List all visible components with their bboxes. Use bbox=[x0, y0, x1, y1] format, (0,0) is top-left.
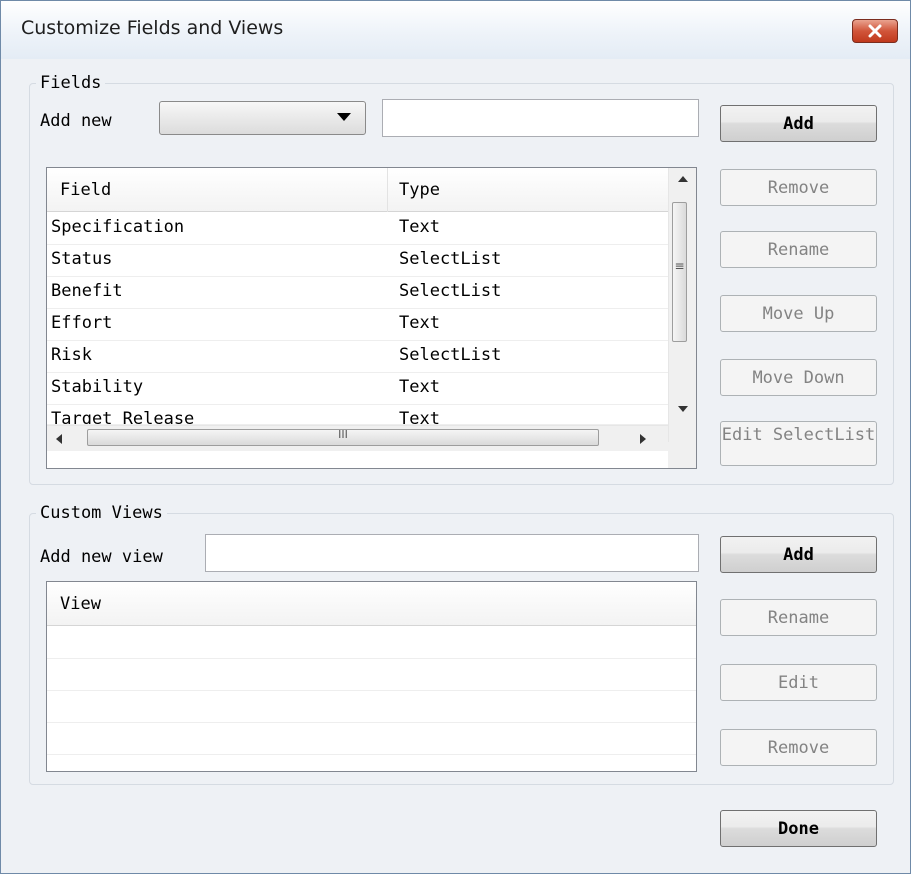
column-header-view[interactable]: View bbox=[60, 594, 101, 614]
move-up-button[interactable]: Move Up bbox=[720, 295, 877, 332]
move-down-button[interactable]: Move Down bbox=[720, 359, 877, 396]
fields-table[interactable]: Field Type Specification Text Status Sel… bbox=[46, 167, 697, 469]
horizontal-scroll-thumb[interactable]: III bbox=[87, 428, 599, 446]
dialog-body: Fields Add new Add Field Type Specificat… bbox=[8, 59, 903, 866]
close-icon bbox=[868, 24, 882, 38]
chevron-down-icon bbox=[337, 113, 351, 121]
add-field-button[interactable]: Add bbox=[720, 105, 877, 142]
fields-vertical-scrollbar[interactable]: ≡ bbox=[668, 168, 696, 442]
table-row[interactable]: Effort Text bbox=[47, 309, 668, 341]
cell-type: SelectList bbox=[399, 249, 502, 269]
new-field-input[interactable] bbox=[382, 99, 699, 137]
cell-field: Risk bbox=[51, 345, 92, 365]
vertical-scroll-thumb[interactable]: ≡ bbox=[672, 202, 687, 342]
remove-field-button[interactable]: Remove bbox=[720, 169, 877, 206]
list-item[interactable] bbox=[47, 627, 696, 659]
table-row[interactable]: Stability Text bbox=[47, 373, 668, 405]
fields-group-legend: Fields bbox=[40, 73, 102, 93]
cell-field: Stability bbox=[51, 377, 144, 397]
cell-type: SelectList bbox=[399, 345, 502, 365]
cell-type: Text bbox=[399, 409, 440, 425]
done-button[interactable]: Done bbox=[720, 810, 877, 847]
custom-views-group-legend: Custom Views bbox=[40, 503, 163, 523]
cell-type: Text bbox=[399, 377, 440, 397]
rename-view-button[interactable]: Rename bbox=[720, 599, 877, 636]
views-table-header: View bbox=[47, 582, 696, 626]
fields-table-header: Field Type bbox=[47, 168, 668, 212]
field-type-dropdown[interactable] bbox=[159, 101, 366, 135]
list-item[interactable] bbox=[47, 723, 696, 755]
column-header-field[interactable]: Field bbox=[60, 180, 111, 200]
triangle-down-icon[interactable] bbox=[678, 406, 688, 412]
column-header-type[interactable]: Type bbox=[399, 180, 440, 200]
scroll-grip-icon: III bbox=[338, 428, 348, 441]
cell-field: Specification bbox=[51, 217, 185, 237]
list-item[interactable] bbox=[47, 691, 696, 723]
edit-selectlist-button[interactable]: Edit SelectList bbox=[720, 421, 877, 466]
cell-type: Text bbox=[399, 217, 440, 237]
fields-horizontal-scrollbar[interactable]: III bbox=[47, 425, 668, 451]
close-button[interactable] bbox=[852, 19, 898, 43]
list-item[interactable] bbox=[47, 659, 696, 691]
cell-field: Status bbox=[51, 249, 113, 269]
new-view-input[interactable] bbox=[205, 534, 699, 572]
triangle-left-icon[interactable] bbox=[56, 434, 62, 444]
edit-view-button[interactable]: Edit bbox=[720, 664, 877, 701]
table-row[interactable]: Target Release Text bbox=[47, 405, 668, 425]
cell-field: Target Release bbox=[51, 409, 195, 425]
customize-dialog: Customize Fields and Views Fields Add ne… bbox=[0, 0, 911, 874]
window-title: Customize Fields and Views bbox=[21, 17, 284, 39]
table-row[interactable]: Specification Text bbox=[47, 213, 668, 245]
cell-field: Benefit bbox=[51, 281, 123, 301]
table-row[interactable]: Risk SelectList bbox=[47, 341, 668, 373]
triangle-right-icon[interactable] bbox=[640, 434, 646, 444]
cell-type: SelectList bbox=[399, 281, 502, 301]
remove-view-button[interactable]: Remove bbox=[720, 729, 877, 766]
cell-type: Text bbox=[399, 313, 440, 333]
table-row[interactable]: Status SelectList bbox=[47, 245, 668, 277]
add-new-view-label: Add new view bbox=[40, 547, 163, 567]
cell-field: Effort bbox=[51, 313, 113, 333]
add-new-label: Add new bbox=[40, 111, 112, 131]
scroll-grip-icon: ≡ bbox=[674, 259, 685, 273]
views-table[interactable]: View bbox=[46, 581, 697, 772]
add-view-button[interactable]: Add bbox=[720, 536, 877, 573]
triangle-up-icon[interactable] bbox=[678, 176, 688, 182]
rename-field-button[interactable]: Rename bbox=[720, 231, 877, 268]
table-row[interactable]: Benefit SelectList bbox=[47, 277, 668, 309]
title-bar[interactable]: Customize Fields and Views bbox=[1, 1, 910, 59]
